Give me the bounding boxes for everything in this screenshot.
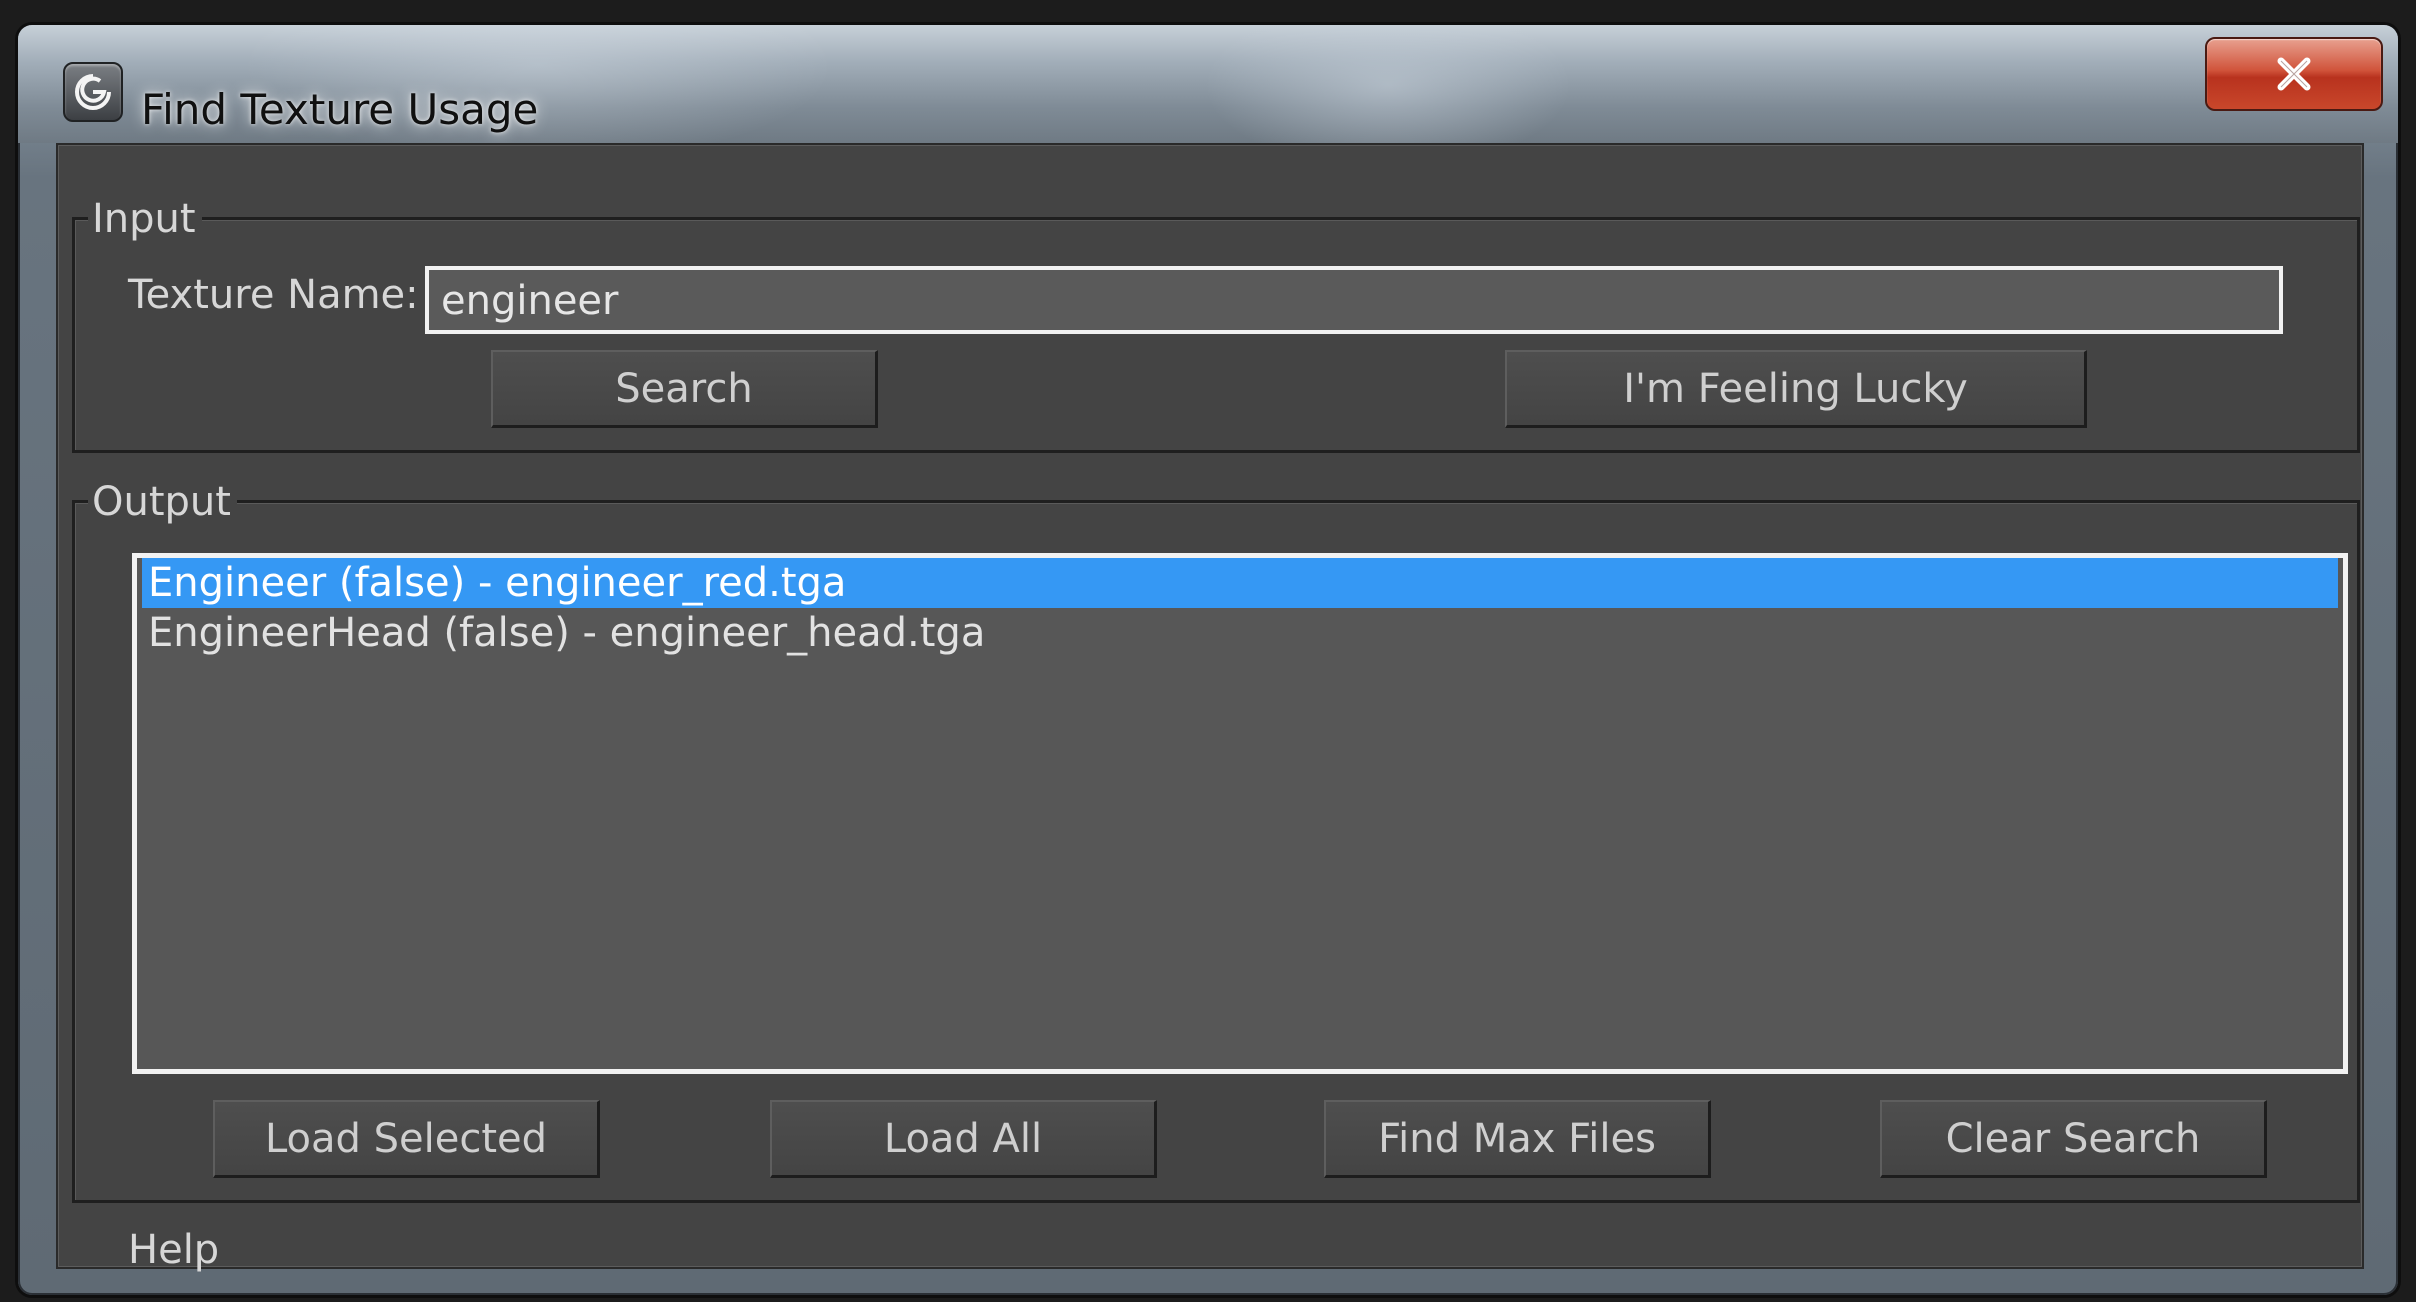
- find-texture-usage-window: Find Texture Usage Input Texture Name: S…: [18, 25, 2398, 1295]
- clear-search-button[interactable]: Clear Search: [1880, 1100, 2267, 1178]
- feeling-lucky-button[interactable]: I'm Feeling Lucky: [1505, 350, 2087, 428]
- input-group-label: Input: [88, 199, 202, 239]
- find-max-files-button[interactable]: Find Max Files: [1324, 1100, 1711, 1178]
- close-icon: [2277, 57, 2311, 91]
- close-button[interactable]: [2205, 37, 2383, 111]
- list-item[interactable]: Engineer (false) - engineer_red.tga: [142, 558, 2338, 608]
- load-all-button[interactable]: Load All: [770, 1100, 1157, 1178]
- texture-name-label: Texture Name:: [128, 272, 419, 318]
- search-button[interactable]: Search: [491, 350, 878, 428]
- output-group-label: Output: [88, 482, 237, 522]
- output-listbox[interactable]: Engineer (false) - engineer_red.tga Engi…: [132, 553, 2348, 1074]
- list-item[interactable]: EngineerHead (false) - engineer_head.tga: [142, 608, 2338, 658]
- window-title: Find Texture Usage: [141, 85, 539, 134]
- title-bar[interactable]: Find Texture Usage: [18, 25, 2398, 143]
- dialog-client-area: Input Texture Name: Search I'm Feeling L…: [56, 143, 2364, 1270]
- 3ds-max-icon: [63, 62, 123, 122]
- help-link[interactable]: Help: [128, 1230, 219, 1270]
- texture-name-input[interactable]: [425, 266, 2283, 334]
- load-selected-button[interactable]: Load Selected: [213, 1100, 600, 1178]
